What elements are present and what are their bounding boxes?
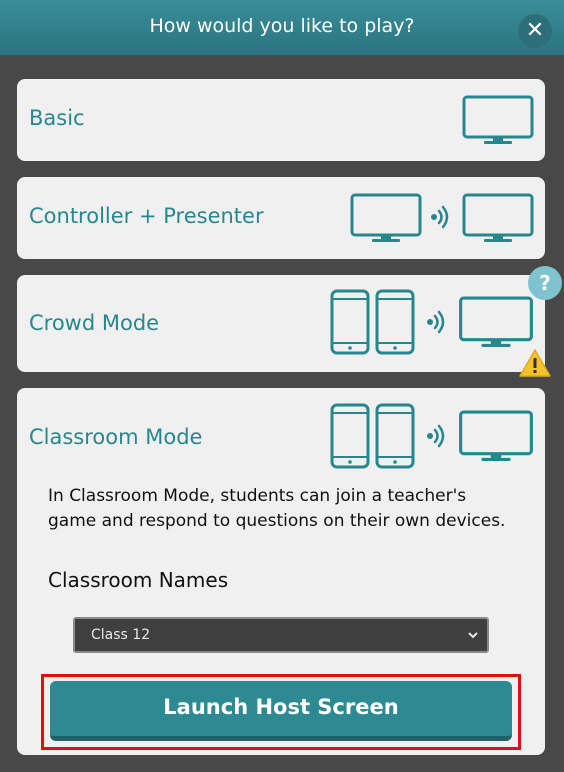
phone-icon: [330, 289, 370, 355]
classroom-select[interactable]: Class 12: [73, 617, 489, 653]
close-icon: ✕: [525, 18, 545, 43]
phone-icon: [375, 403, 415, 469]
dialog-title: How would you like to play?: [149, 15, 415, 37]
mode-card-basic[interactable]: Basic: [17, 79, 545, 161]
monitor-icon: [462, 95, 534, 145]
phone-icon: [375, 289, 415, 355]
mode-label-crowd: Crowd Mode: [29, 311, 160, 335]
chevron-down-icon: [467, 627, 479, 643]
mode-label-basic: Basic: [29, 106, 85, 130]
monitor-icon: [350, 193, 422, 243]
mode-label-classroom: Classroom Mode: [29, 425, 203, 449]
monitor-icon: [458, 410, 534, 462]
classroom-description: In Classroom Mode, students can join a t…: [48, 486, 506, 531]
mode-card-controller-presenter[interactable]: Controller + Presenter: [17, 177, 545, 259]
monitor-icon: [462, 193, 534, 243]
warning-icon[interactable]: [518, 348, 552, 378]
wireless-signal-icon: [430, 205, 454, 231]
dialog-header: How would you like to play? ✕: [0, 0, 564, 55]
launch-host-screen-button[interactable]: Launch Host Screen: [50, 681, 512, 741]
close-button[interactable]: ✕: [518, 14, 552, 48]
launch-highlight: Launch Host Screen: [41, 674, 521, 750]
selected-class: Class 12: [91, 627, 151, 643]
help-icon[interactable]: ?: [528, 266, 562, 300]
wireless-signal-icon: [426, 424, 450, 450]
monitor-icon: [458, 296, 534, 348]
wireless-signal-icon: [426, 310, 450, 336]
mode-label-controller-presenter: Controller + Presenter: [29, 204, 264, 228]
mode-card-classroom[interactable]: Classroom Mode In Classroom Mode, studen…: [17, 388, 545, 755]
mode-card-crowd[interactable]: Crowd Mode: [17, 275, 545, 372]
classroom-names-label: Classroom Names: [48, 568, 229, 592]
phone-icon: [330, 403, 370, 469]
